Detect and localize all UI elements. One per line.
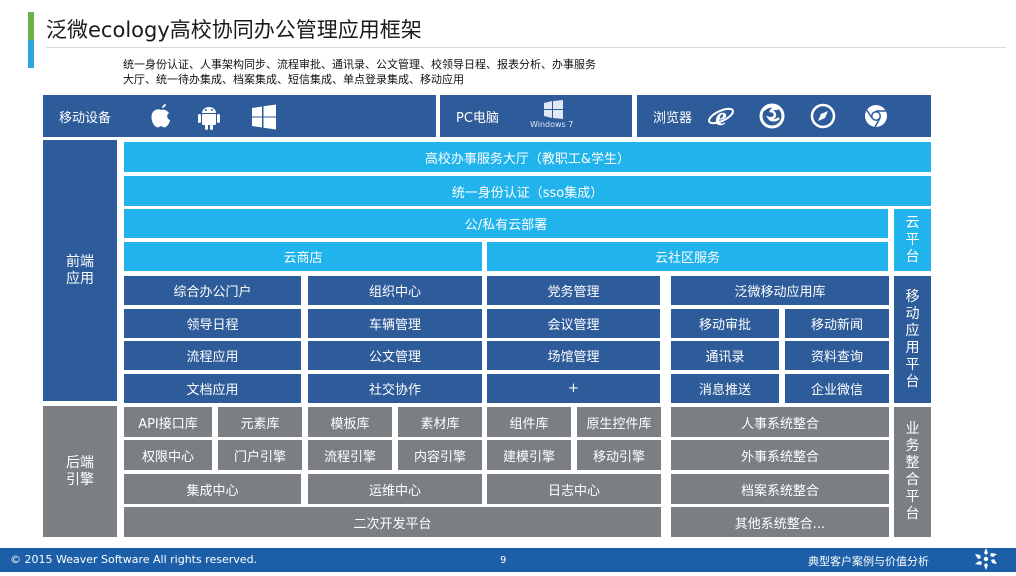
chrome-browser-icon bbox=[861, 101, 891, 131]
description-text: 统一身份认证、人事架构同步、流程审批、通讯录、公文管理、校领导日程、报表分析、办… bbox=[123, 58, 596, 86]
business-integration-platform-label: 业务整合平台 bbox=[894, 407, 931, 537]
engine-element-library: 元素库 bbox=[218, 407, 302, 437]
mobile-app-platform-label: 移动应用平台 bbox=[894, 276, 931, 403]
module-add-more: + bbox=[487, 374, 660, 403]
android-icon bbox=[194, 102, 224, 132]
footer-copyright: © 2015 Weaver Software All rights reserv… bbox=[10, 553, 258, 566]
engine-material-library: 素材库 bbox=[398, 407, 482, 437]
title-divider bbox=[46, 47, 1006, 48]
cloud-community-bar: 云社区服务 bbox=[487, 242, 888, 271]
mobile-devices-panel: 移动设备 bbox=[43, 95, 436, 137]
weaver-logo-icon bbox=[972, 546, 1000, 572]
engine-modeling: 建模引擎 bbox=[487, 440, 571, 470]
module-meeting: 会议管理 bbox=[487, 309, 660, 338]
secondary-dev-platform: 二次开发平台 bbox=[124, 507, 661, 537]
back-end-engine-label: 后端引擎 bbox=[43, 406, 117, 537]
mobile-devices-label: 移动设备 bbox=[59, 110, 112, 126]
integration-foreign-affairs: 外事系统整合 bbox=[671, 440, 889, 470]
ie-browser-icon: e bbox=[706, 101, 736, 131]
engine-log-center: 日志中心 bbox=[487, 474, 661, 504]
module-venue: 场馆管理 bbox=[487, 341, 660, 370]
windows7-caption: Windows 7 bbox=[530, 120, 574, 129]
windows7-icon: Windows 7 bbox=[530, 100, 576, 132]
pc-label: PC电脑 bbox=[456, 110, 499, 126]
windows-logo-icon bbox=[249, 102, 279, 132]
firefox-browser-icon bbox=[757, 101, 787, 131]
module-mobile-news: 移动新闻 bbox=[785, 309, 889, 338]
module-documents-official: 公文管理 bbox=[308, 341, 482, 370]
safari-browser-icon bbox=[808, 101, 838, 131]
module-party-affairs: 党务管理 bbox=[487, 276, 660, 305]
module-vehicle: 车辆管理 bbox=[308, 309, 482, 338]
module-org-center: 组织中心 bbox=[308, 276, 482, 305]
cloud-store-bar: 云商店 bbox=[124, 242, 482, 271]
svg-text:e: e bbox=[715, 102, 727, 130]
front-end-apps-label: 前端应用 bbox=[43, 140, 117, 401]
title-accent-blue bbox=[28, 40, 34, 68]
cloud-deploy-bar: 公/私有云部署 bbox=[124, 209, 888, 238]
engine-mobile: 移动引擎 bbox=[577, 440, 661, 470]
engine-component-library: 组件库 bbox=[487, 407, 571, 437]
cloud-platform-label: 云平台 bbox=[894, 209, 931, 271]
browser-label: 浏览器 bbox=[653, 110, 693, 126]
footer-section-title: 典型客户案例与价值分析 bbox=[808, 555, 929, 568]
module-portal: 综合办公门户 bbox=[124, 276, 301, 305]
module-push-messages: 消息推送 bbox=[671, 374, 779, 403]
engine-permission-center: 权限中心 bbox=[124, 440, 212, 470]
engine-content: 内容引擎 bbox=[398, 440, 482, 470]
module-contacts: 通讯录 bbox=[671, 341, 779, 370]
engine-template-library: 模板库 bbox=[308, 407, 392, 437]
module-leader-schedule: 领导日程 bbox=[124, 309, 301, 338]
engine-workflow: 流程引擎 bbox=[308, 440, 392, 470]
engine-api-library: API接口库 bbox=[124, 407, 212, 437]
module-data-query: 资料查询 bbox=[785, 341, 889, 370]
engine-portal: 门户引擎 bbox=[218, 440, 302, 470]
module-document-apps: 文档应用 bbox=[124, 374, 301, 403]
engine-integration-center: 集成中心 bbox=[124, 474, 301, 504]
integration-other-systems: 其他系统整合... bbox=[671, 507, 889, 537]
engine-native-control-library: 原生控件库 bbox=[577, 407, 661, 437]
integration-archives: 档案系统整合 bbox=[671, 474, 889, 504]
module-mobile-approval: 移动审批 bbox=[671, 309, 779, 338]
module-mobile-app-library: 泛微移动应用库 bbox=[671, 276, 889, 305]
sso-bar: 统一身份认证（sso集成） bbox=[124, 176, 931, 206]
engine-ops-center: 运维中心 bbox=[308, 474, 482, 504]
apple-icon bbox=[146, 101, 176, 131]
module-social-collab: 社交协作 bbox=[308, 374, 482, 403]
page-number: 9 bbox=[500, 555, 507, 566]
page-title: 泛微ecology高校协同办公管理应用框架 bbox=[46, 18, 422, 42]
module-wechat-work: 企业微信 bbox=[785, 374, 889, 403]
service-hall-bar: 高校办事服务大厅（教职工&学生） bbox=[124, 142, 931, 172]
module-workflow-apps: 流程应用 bbox=[124, 341, 301, 370]
integration-hr-system: 人事系统整合 bbox=[671, 407, 889, 437]
